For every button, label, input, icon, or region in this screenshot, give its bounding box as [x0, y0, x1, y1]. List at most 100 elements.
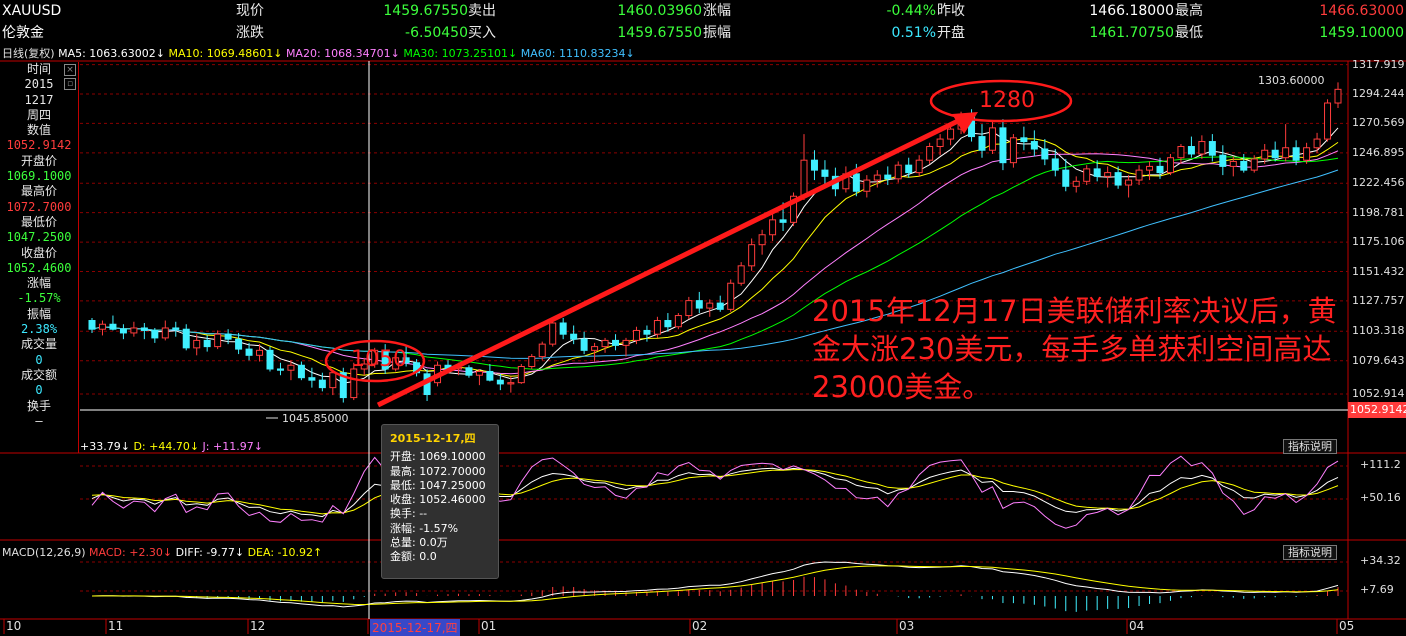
y-tick-label: 1294.244 [1352, 87, 1405, 100]
candle-body [88, 320, 96, 330]
candle-body [622, 339, 630, 346]
candle-body [329, 372, 337, 389]
candle-body [538, 343, 546, 358]
candle-body [1041, 148, 1049, 160]
kdj-j-line [91, 455, 1339, 529]
y-tick-label: 1175.106 [1352, 235, 1405, 249]
candle-body [779, 219, 787, 223]
candle-body [318, 379, 326, 389]
candle-body [727, 282, 735, 310]
candle-body [570, 333, 578, 340]
tooltip-row: 总量: 0.0万 [390, 536, 448, 550]
candle-tooltip: 2015-12-17,四 开盘: 1069.10000 最高: 1072.7000… [381, 424, 499, 579]
candle-body [1198, 141, 1206, 155]
candle-body [653, 320, 661, 335]
candle-body [130, 327, 138, 334]
candle-body [884, 174, 892, 180]
candle-body [612, 339, 620, 346]
x-tick-label: 12 [250, 619, 266, 633]
oval-label-low: 1050 [351, 347, 407, 372]
tooltip-date: 2015-12-17,四 [390, 432, 476, 445]
candle-body [1208, 141, 1216, 156]
oval-label-high: 1280 [979, 88, 1035, 113]
candle-body [632, 329, 640, 341]
candle-body [999, 127, 1007, 164]
candle-body [1261, 149, 1269, 160]
annotation-line: 2015年12月17日美联储利率决议后，黄 [812, 294, 1337, 328]
candle-body [245, 348, 253, 356]
candle-body [1271, 149, 1279, 159]
candle-body [810, 159, 818, 171]
candle-body [748, 244, 756, 267]
macd-name: MACD(12,26,9) [2, 546, 86, 559]
candle-body [496, 379, 504, 385]
candle-body [591, 346, 599, 351]
annotation-line: 23000美金。 [812, 370, 992, 404]
candle-body [287, 364, 295, 371]
current-price-marker: 1052.9142 [1348, 402, 1406, 418]
candle-body [863, 179, 871, 192]
candle-body [643, 329, 651, 335]
candle-body [1334, 88, 1342, 104]
candle-body [559, 322, 567, 335]
kdj-tick-label: +50.16 [1360, 491, 1401, 504]
candle-body [1072, 180, 1080, 187]
x-tick-label: 03 [899, 619, 915, 633]
y-tick-label: 1103.318 [1352, 324, 1405, 338]
candle-body [716, 302, 724, 310]
candle-body [685, 300, 693, 317]
candle-body [266, 349, 274, 370]
x-tick-label: 2015-12-17,四 [370, 619, 460, 636]
indicator-help-button[interactable]: 指标说明 [1283, 439, 1337, 454]
diff-line [91, 561, 1339, 608]
candle-body [203, 339, 211, 348]
tooltip-row: 涨幅: -1.57% [390, 521, 459, 535]
kdj-j: J: +11.97↓ [202, 440, 263, 453]
candle-body [674, 315, 682, 328]
candle-body [664, 320, 672, 328]
candle-body [706, 302, 714, 309]
candle-body [1030, 141, 1038, 150]
candle-body [1313, 138, 1321, 149]
candle-body [1062, 169, 1070, 187]
kdj-tick-label: +111.2 [1360, 458, 1401, 471]
macd-value: MACD: +2.30↓ [89, 546, 173, 559]
candle-body [235, 338, 243, 350]
tooltip-row: 最低: 1047.25000 [390, 478, 486, 492]
y-tick-label: 1270.569 [1352, 116, 1405, 130]
high-price-label: 1303.60000 [1258, 74, 1325, 87]
macd-tick-label: +7.69 [1360, 583, 1394, 596]
indicator-help-button[interactable]: 指标说明 [1283, 545, 1337, 560]
candle-body [308, 377, 316, 381]
candle-body [601, 339, 609, 348]
kdj-d: D: +44.70↓ [133, 440, 200, 453]
macd-tick-label: +34.32 [1360, 554, 1401, 567]
candle-body [297, 364, 305, 379]
candle-body [1250, 158, 1258, 171]
candle-body [507, 382, 515, 385]
tooltip-row: 最高: 1072.70000 [390, 464, 486, 478]
candle-body [161, 327, 169, 339]
tooltip-row: 收盘: 1052.46000 [390, 493, 486, 507]
candle-body [936, 138, 944, 148]
candle-body [1051, 158, 1059, 171]
y-tick-label: 1222.456 [1352, 176, 1405, 190]
candle-body [926, 146, 934, 161]
candle-body [193, 339, 201, 349]
y-tick-label: 1317.919 [1352, 57, 1405, 71]
kdj-d-line [91, 469, 1339, 515]
candle-body [821, 169, 829, 177]
candle-body [475, 370, 483, 376]
candle-body [517, 366, 525, 384]
candle-body [1229, 160, 1237, 167]
candle-body [800, 159, 808, 197]
y-tick-label: 1127.757 [1352, 293, 1405, 307]
candle-body [580, 338, 588, 351]
candle-body [1146, 165, 1154, 171]
candle-body [905, 164, 913, 174]
candle-body [915, 159, 923, 174]
candle-body [1135, 169, 1143, 181]
candle-body [695, 300, 703, 309]
candle-body [140, 327, 148, 331]
annotation-line: 金大涨230美元，每手多单获利空间高达 [812, 332, 1332, 366]
